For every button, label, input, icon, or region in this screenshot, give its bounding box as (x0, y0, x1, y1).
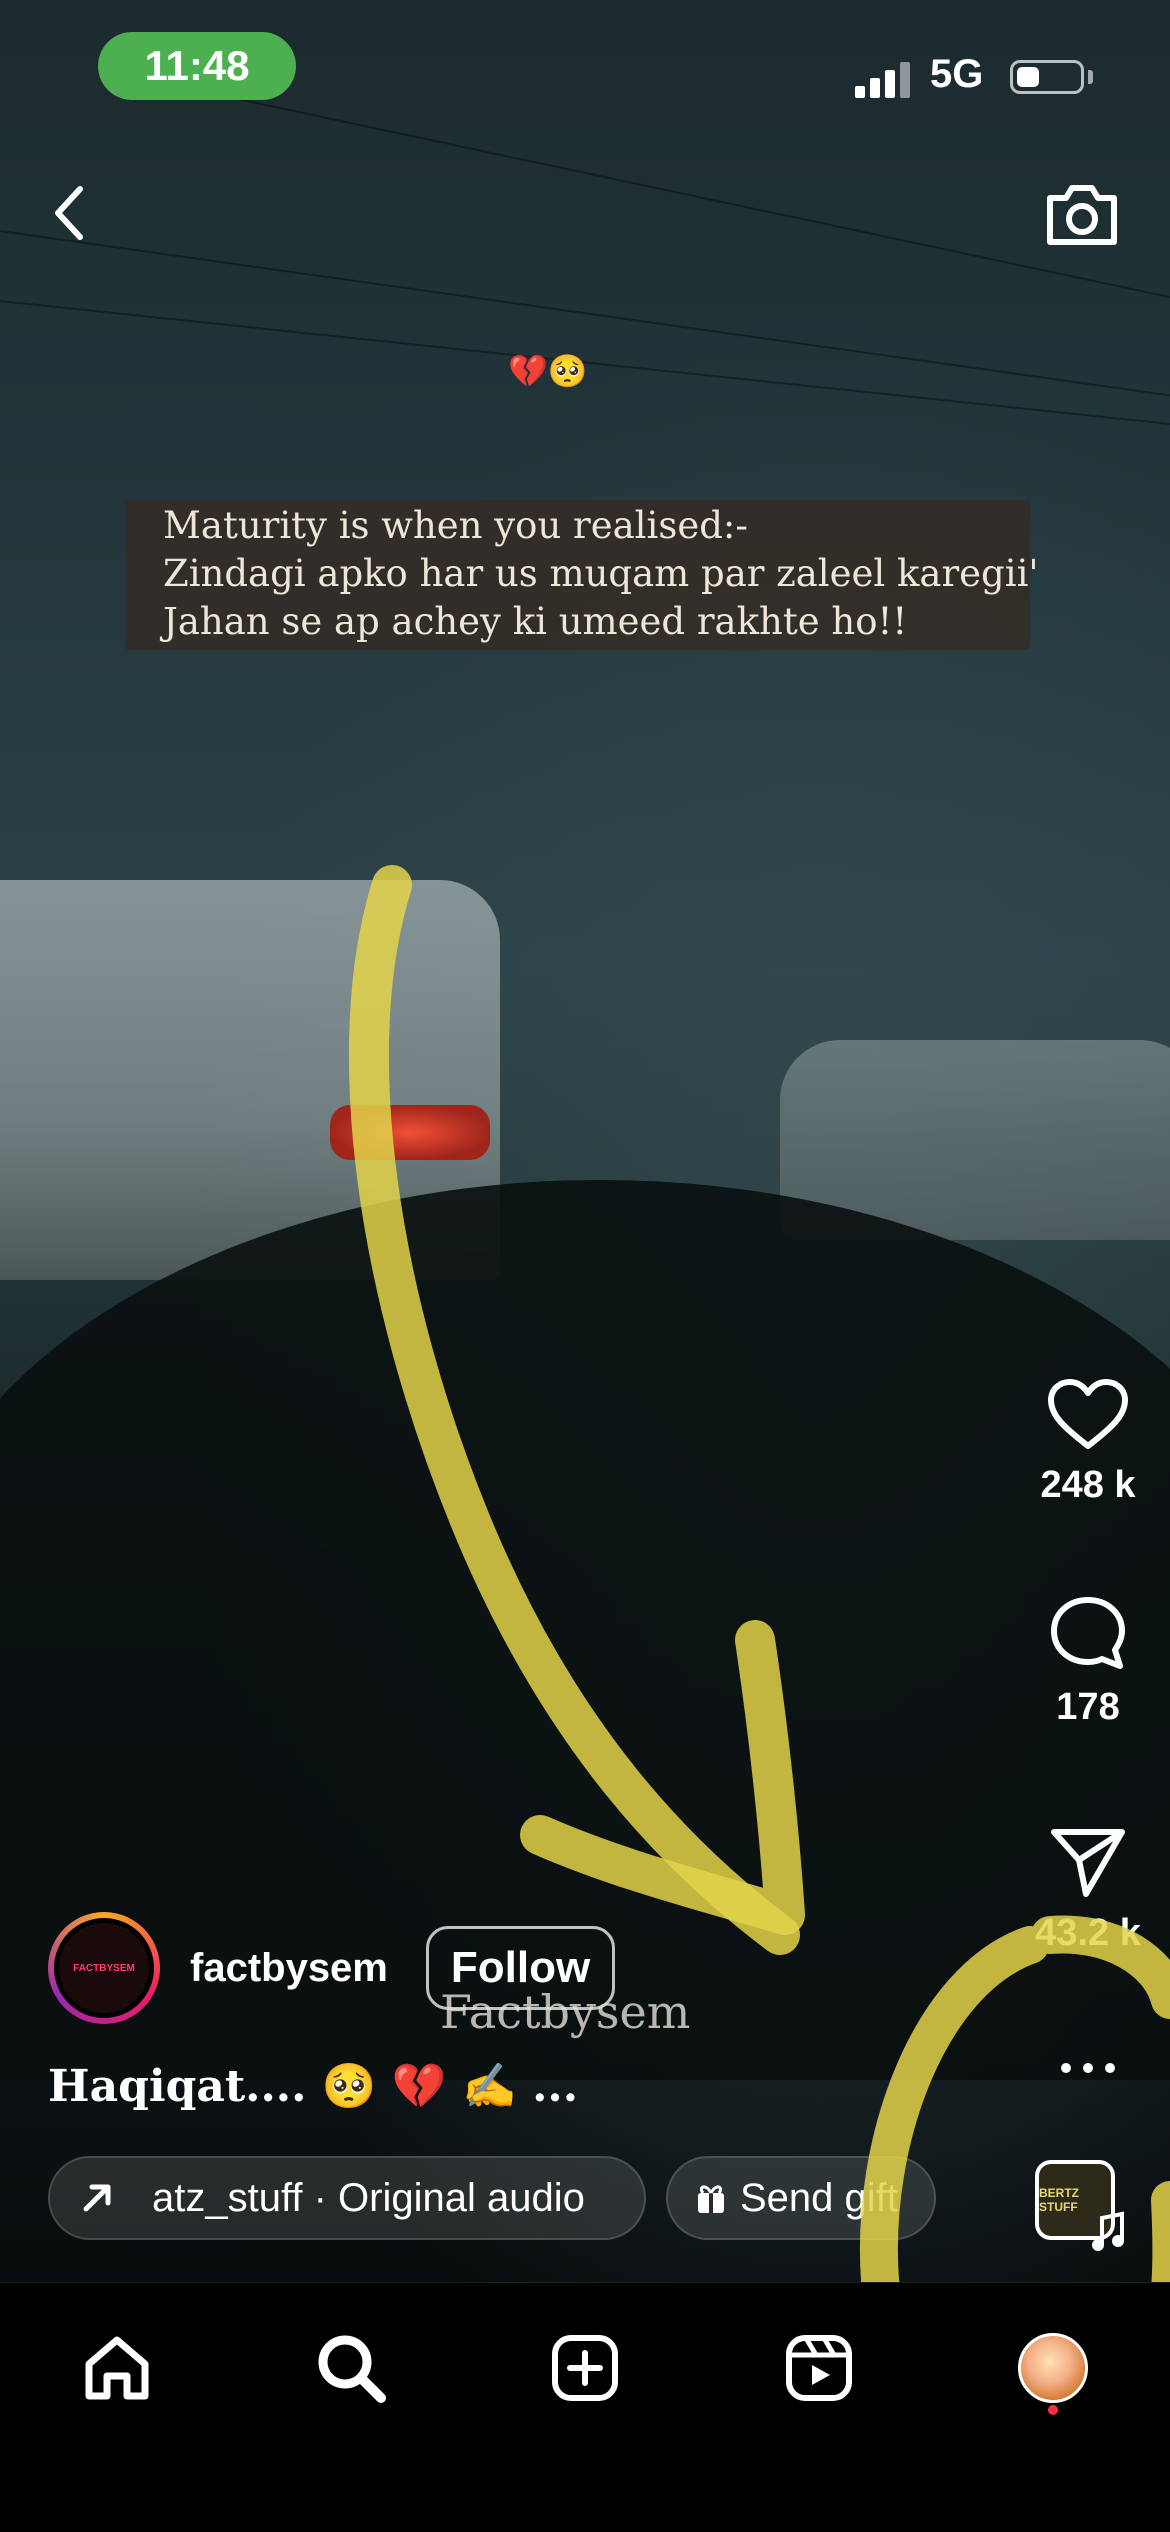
car-taillight (330, 1105, 490, 1160)
plus-square-icon (552, 2335, 618, 2401)
avatar-logo-text: FACTBYSEM (59, 1923, 149, 2013)
video-text-card: Maturity is when you realised:- Zindagi … (125, 500, 1039, 650)
status-bar: 11:48 5G (0, 0, 1170, 140)
comment-count: 178 (1056, 1686, 1120, 1728)
back-button[interactable] (30, 168, 110, 258)
share-action[interactable]: 43.2 k (1028, 1824, 1148, 1955)
music-note-icon (1092, 2211, 1124, 2251)
nav-profile[interactable] (1008, 2323, 1098, 2413)
paper-plane-icon (1051, 1829, 1125, 1897)
more-horizontal-icon (1061, 2063, 1115, 2073)
video-text-line: Zindagi apko har us muqam par zaleel kar… (163, 552, 1039, 595)
heart-icon (1048, 1379, 1128, 1449)
camera-button[interactable] (1036, 168, 1128, 260)
original-audio-pill[interactable]: atz_stuff · Original audio (48, 2156, 646, 2240)
gift-label: Send gift (740, 2175, 898, 2220)
search-icon (318, 2335, 386, 2403)
profile-avatar (1018, 2333, 1088, 2403)
top-emojis: 💔🥺 (508, 353, 588, 389)
gift-icon (698, 2185, 724, 2213)
signal-icon (855, 58, 910, 98)
nav-search[interactable] (306, 2323, 396, 2413)
comment-action[interactable]: 178 (1028, 1594, 1148, 1729)
share-count: 43.2 k (1035, 1912, 1141, 1954)
reels-icon (786, 2335, 852, 2401)
bottom-nav (0, 2282, 1170, 2532)
profile-notification-dot (1048, 2405, 1058, 2415)
video-text-line: Jahan se ap achey ki umeed rakhte ho!! (163, 600, 908, 643)
send-gift-pill[interactable]: Send gift (666, 2156, 936, 2240)
reel-screen[interactable]: 11:48 5G 💔🥺 Maturity is when you realise… (0, 0, 1170, 2532)
post-caption[interactable]: Haqiqat.... 🥺 💔 ✍️ ... (48, 2060, 578, 2112)
home-icon (85, 2336, 149, 2400)
video-text-line: Maturity is when you realised:- (163, 504, 748, 547)
video-watermark: Factbysem (440, 1985, 691, 2039)
arrow-up-right-icon (83, 2184, 111, 2212)
network-type: 5G (930, 52, 984, 96)
audio-label: atz_stuff · Original audio (152, 2175, 585, 2220)
author-avatar[interactable]: FACTBYSEM (48, 1912, 160, 2024)
camera-icon (1047, 185, 1117, 245)
comment-bubble-icon (1051, 1597, 1125, 1669)
status-time: 11:48 (98, 32, 296, 100)
chevron-left-icon (55, 186, 83, 240)
author-username[interactable]: factbysem (190, 1946, 388, 1991)
nav-create[interactable] (540, 2323, 630, 2413)
battery-icon (1010, 60, 1084, 94)
like-count: 248 k (1040, 1464, 1136, 1506)
nav-reels[interactable] (774, 2323, 864, 2413)
nav-home[interactable] (72, 2323, 162, 2413)
more-options-button[interactable] (1028, 2048, 1148, 2088)
like-action[interactable]: 248 k (1028, 1378, 1148, 1507)
